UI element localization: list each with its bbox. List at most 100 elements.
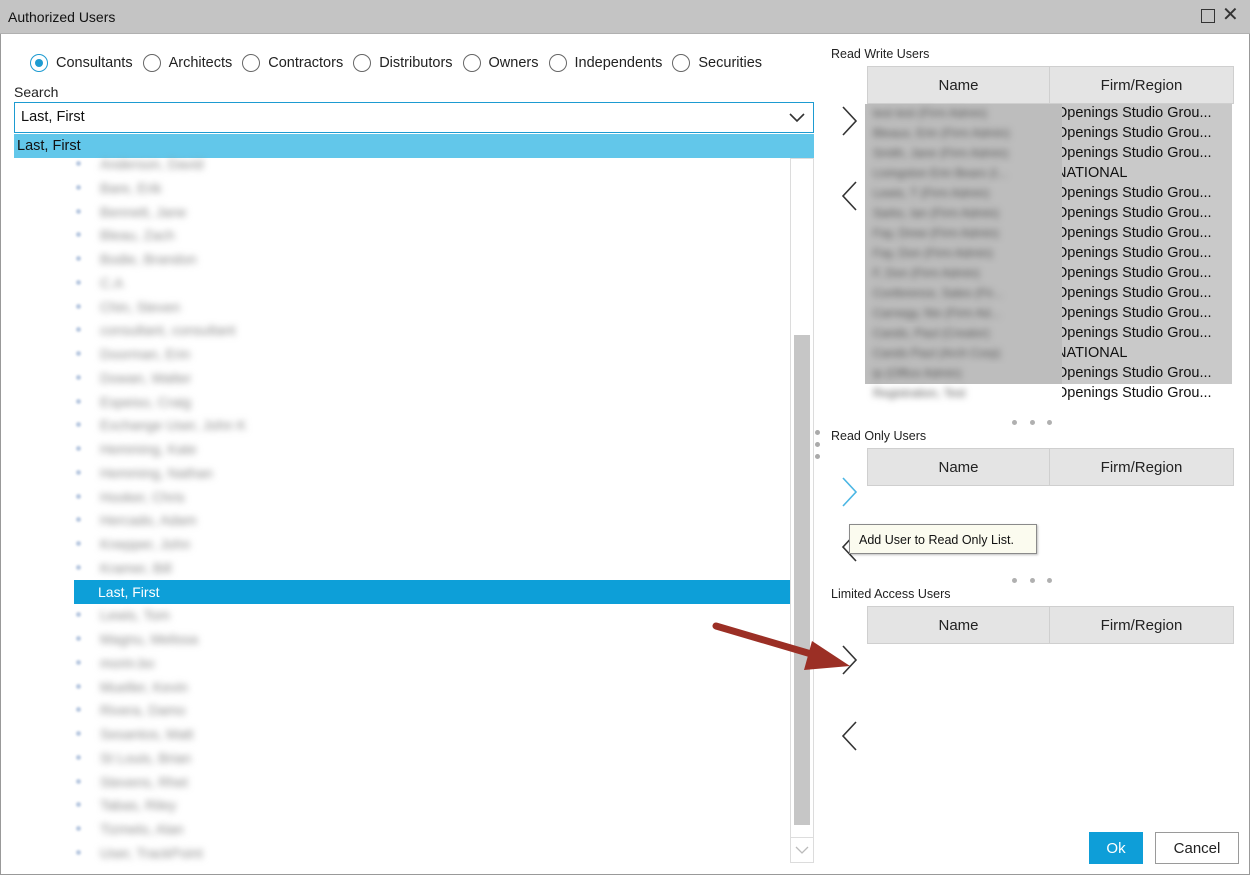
search-input[interactable]	[21, 109, 761, 125]
list-item[interactable]: morin.bo	[74, 651, 790, 675]
list-item[interactable]: User, TrackPoint	[74, 841, 790, 865]
list-item[interactable]: Exchange User, John K	[74, 413, 790, 437]
table-row[interactable]: Cands Paul (Arch Corp) NATIONAL	[865, 344, 1235, 364]
table-row[interactable]: Sarks, Ian (Firm Admin) Openings Studio G…	[865, 204, 1235, 224]
radio-consultants[interactable]: Consultants	[30, 54, 133, 72]
list-item[interactable]: consultant, consultant	[74, 318, 790, 342]
ok-button[interactable]: Ok	[1089, 832, 1143, 864]
bullet-icon	[76, 683, 81, 689]
list-item-label: Hercado, Adam	[100, 512, 197, 529]
cancel-button[interactable]: Cancel	[1155, 832, 1239, 864]
name-cell-text: ip (Office Admin)	[873, 366, 962, 380]
radio-owners[interactable]: Owners	[462, 54, 539, 72]
chevron-down-icon	[795, 846, 809, 854]
remove-limited-access-arrow-icon[interactable]	[839, 719, 861, 753]
list-item[interactable]: Magnu, Melissa	[74, 627, 790, 651]
table-row[interactable]: Cands, Paul (Creator) Openings Studio Gro…	[865, 324, 1235, 344]
list-item[interactable]: C.A	[74, 271, 790, 295]
firm-region-cell: Openings Studio Grou...	[1062, 204, 1232, 224]
bullet-icon	[76, 778, 81, 784]
table-row[interactable]: Registration, Test Openings Studio Grou..…	[865, 384, 1235, 404]
maximize-icon[interactable]	[1201, 9, 1215, 23]
radio-securities[interactable]: Securities	[672, 54, 762, 72]
bullet-icon	[76, 374, 81, 380]
column-header-firm-region[interactable]: Firm/Region	[1050, 67, 1233, 103]
table-row[interactable]: Smith, Jane (Firm Admin) Openings Studio …	[865, 144, 1235, 164]
list-item[interactable]: Hooker, Chris	[74, 485, 790, 509]
add-read-only-tooltip: Add User to Read Only List.	[849, 524, 1037, 554]
list-item[interactable]: Tizmelo, Alan	[74, 817, 790, 841]
firm-region-cell: Openings Studio Grou...	[1062, 244, 1232, 264]
list-item[interactable]: Hemming, Nathan	[74, 461, 790, 485]
list-item[interactable]: Hercado, Adam	[74, 508, 790, 532]
firm-region-cell-text: Openings Studio Grou...	[1062, 225, 1212, 241]
list-item[interactable]: St Louis, Brian	[74, 746, 790, 770]
bullet-icon	[76, 161, 81, 166]
radio-architects[interactable]: Architects	[142, 54, 232, 72]
table-row[interactable]: Fay, Don (Firm Admin) Openings Studio Gro…	[865, 244, 1235, 264]
list-item[interactable]: Bleau, Zach	[74, 223, 790, 247]
list-item[interactable]: Bare, Erik	[74, 176, 790, 200]
list-item[interactable]: Bodie, Brandon	[74, 247, 790, 271]
radio-circle-icon[interactable]	[142, 54, 161, 72]
add-read-only-arrow-icon[interactable]	[839, 475, 861, 509]
table-row[interactable]: Fay, Drew (Firm Admin) Openings Studio Gr…	[865, 224, 1235, 244]
search-combobox[interactable]	[14, 102, 814, 133]
list-item[interactable]: Sesantos, Matt	[74, 722, 790, 746]
vertical-splitter-handle[interactable]	[815, 430, 821, 480]
dropdown-scrollbar[interactable]	[790, 158, 814, 863]
scrollbar-thumb[interactable]	[794, 335, 810, 825]
table-row[interactable]: Conference, Sales (Fir... Openings Studio…	[865, 284, 1235, 304]
list-item[interactable]: Tabas, Riley	[74, 793, 790, 817]
radio-contractors[interactable]: Contractors	[242, 54, 343, 72]
table-row[interactable]: Carnegy, Nix (Firm Ad... Openings Studio …	[865, 304, 1235, 324]
radio-circle-icon[interactable]	[462, 54, 481, 72]
column-header-name[interactable]: Name	[868, 449, 1050, 485]
list-item[interactable]: Rivera, Damo	[74, 698, 790, 722]
table-row[interactable]: Livingston Erin Bears (I... NATIONAL	[865, 164, 1235, 184]
bullet-icon	[76, 398, 81, 404]
list-item[interactable]: Mueller, Kevin	[74, 675, 790, 699]
list-item[interactable]: Knepper, John	[74, 532, 790, 556]
list-item-label: St Louis, Brian	[100, 749, 192, 766]
chevron-down-icon[interactable]	[787, 107, 807, 127]
radio-circle-icon[interactable]	[672, 54, 691, 72]
column-header-firm-region[interactable]: Firm/Region	[1050, 449, 1233, 485]
radio-circle-icon[interactable]	[548, 54, 567, 72]
column-header-name[interactable]: Name	[868, 607, 1050, 643]
radio-distributors[interactable]: Distributors	[353, 54, 453, 72]
list-item-label: Knepper, John	[100, 536, 191, 552]
table-row[interactable]: Lewis, T (Firm Admin) Openings Studio Gro…	[865, 184, 1235, 204]
list-item[interactable]: Anderson, David	[74, 152, 790, 176]
scroll-down-button[interactable]	[791, 837, 813, 861]
remove-read-write-arrow-icon[interactable]	[839, 179, 861, 213]
bullet-icon	[76, 327, 81, 333]
list-item[interactable]: Doorman, Erin	[74, 342, 790, 366]
list-item[interactable]: Stevens, Rhet	[74, 770, 790, 794]
list-item[interactable]: Bennett, Jane	[74, 200, 790, 224]
list-item[interactable]: Espeiso, Craig	[74, 390, 790, 414]
column-header-name[interactable]: Name	[868, 67, 1050, 103]
firm-region-cell-text: Openings Studio Grou...	[1062, 105, 1212, 121]
table-row[interactable]: ip (Office Admin) Openings Studio Grou...	[865, 364, 1235, 384]
column-header-firm-region[interactable]: Firm/Region	[1050, 607, 1233, 643]
radio-circle-icon[interactable]	[30, 54, 48, 72]
list-item[interactable]: Kramer, Bill	[74, 556, 790, 580]
radio-circle-icon[interactable]	[353, 54, 372, 72]
table-row[interactable]: F, Don (Firm Admin) Openings Studio Grou.…	[865, 264, 1235, 284]
horizontal-splitter-handle[interactable]	[1012, 578, 1052, 584]
radio-circle-icon[interactable]	[242, 54, 261, 72]
add-read-write-arrow-icon[interactable]	[839, 104, 861, 138]
table-row[interactable]: test test (Firm Admin) Openings Studio Gr…	[865, 104, 1235, 124]
horizontal-splitter-handle[interactable]	[1012, 420, 1052, 426]
close-icon[interactable]: ✕	[1222, 4, 1239, 26]
name-cell: Livingston Erin Bears (I...	[865, 164, 1062, 184]
table-row[interactable]: Bleaux, Erin (Firm Admin) Openings Studio…	[865, 124, 1235, 144]
radio-independents[interactable]: Independents	[548, 54, 662, 72]
list-item[interactable]: Last, First	[74, 579, 790, 604]
list-item[interactable]: Lewis, Tom	[74, 603, 790, 627]
name-cell: Smith, Jane (Firm Admin)	[865, 144, 1062, 164]
list-item[interactable]: Dowan, Walter	[74, 366, 790, 390]
list-item[interactable]: Hemming, Kate	[74, 437, 790, 461]
list-item[interactable]: Chin, Steven	[74, 295, 790, 319]
